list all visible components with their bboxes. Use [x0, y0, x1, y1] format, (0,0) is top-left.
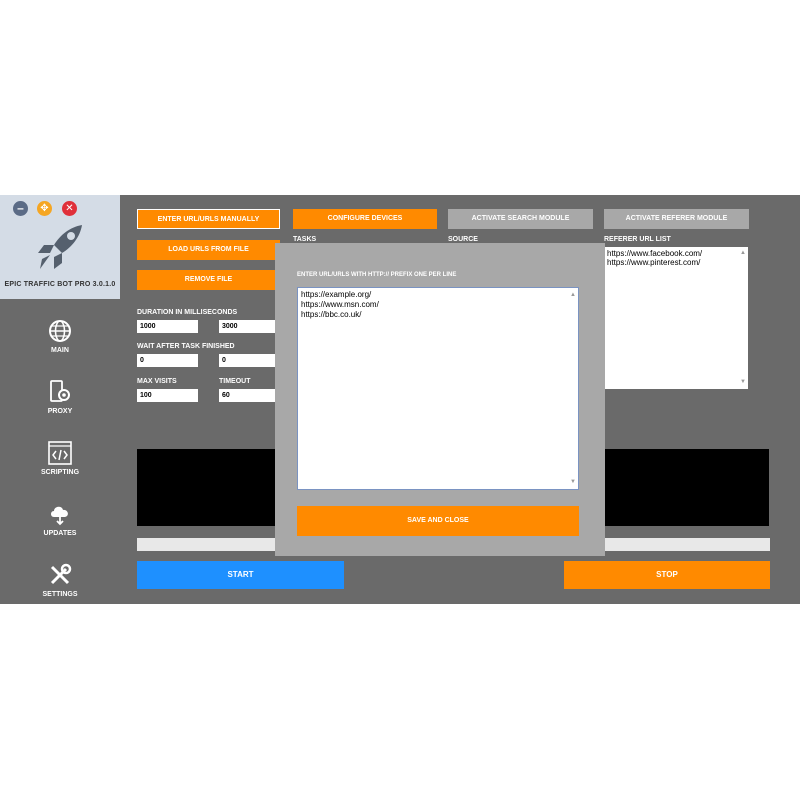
urls-textarea[interactable]: https://example.org/ https://www.msn.com…	[297, 287, 579, 490]
close-icon[interactable]: ✕	[62, 201, 77, 216]
wait-after-task-label: WAIT AFTER TASK FINISHED	[137, 343, 235, 350]
sidebar-item-main[interactable]: MAIN	[0, 319, 120, 354]
sidebar-item-label: UPDATES	[43, 530, 77, 537]
timeout-input[interactable]: 60	[219, 389, 277, 402]
url-line: https://bbc.co.uk/	[301, 310, 362, 319]
tools-icon	[50, 563, 72, 585]
scroll-down-icon[interactable]: ▼	[740, 378, 746, 387]
move-icon[interactable]: ✥	[37, 201, 52, 216]
activate-referer-module-button[interactable]: ACTIVATE REFERER MODULE	[604, 209, 749, 229]
scroll-up-icon[interactable]: ▲	[740, 249, 746, 258]
code-icon	[48, 441, 72, 465]
enter-urls-manually-button[interactable]: ENTER URL/URLS MANUALLY	[137, 209, 280, 229]
referer-list-label: REFERER URL LIST	[604, 236, 671, 243]
proxy-gear-icon	[50, 380, 70, 402]
max-visits-input[interactable]: 100	[137, 389, 198, 402]
sidebar-item-settings[interactable]: SETTINGS	[0, 563, 120, 598]
scroll-up-icon[interactable]: ▲	[570, 290, 576, 300]
url-line: https://example.org/	[301, 290, 372, 299]
scroll-down-icon[interactable]: ▼	[570, 477, 576, 487]
duration-label: DURATION IN MILLISECONDS	[137, 309, 238, 316]
save-and-close-button[interactable]: SAVE AND CLOSE	[297, 506, 579, 536]
url-line: https://www.msn.com/	[301, 300, 379, 309]
dialog-caption: ENTER URL/URLS WITH HTTP:// PREFIX ONE P…	[297, 272, 457, 278]
max-visits-label: MAX VISITS	[137, 378, 177, 385]
app-title: EPIC TRAFFIC BOT PRO 3.0.1.0	[4, 281, 116, 288]
sidebar-item-label: MAIN	[51, 347, 69, 354]
remove-file-button[interactable]: REMOVE FILE	[137, 270, 280, 290]
list-item: https://www.pinterest.com/	[607, 258, 701, 267]
duration-min-input[interactable]: 1000	[137, 320, 198, 333]
source-label: SOURCE	[448, 236, 478, 243]
start-button[interactable]: START	[137, 561, 344, 589]
sidebar-item-label: SETTINGS	[42, 591, 78, 598]
cloud-download-icon	[51, 506, 68, 526]
load-urls-from-file-button[interactable]: LOAD URLS FROM FILE	[137, 240, 280, 260]
sidebar-item-updates[interactable]: UPDATES	[0, 502, 120, 537]
wait-max-input[interactable]: 0	[219, 354, 277, 367]
configure-devices-button[interactable]: CONFIGURE DEVICES	[293, 209, 437, 229]
list-item: https://www.facebook.com/	[607, 249, 703, 258]
sidebar-item-scripting[interactable]: SCRIPTING	[0, 441, 120, 476]
wait-min-input[interactable]: 0	[137, 354, 198, 367]
sidebar-header: – ✥ ✕ EPIC TRAFFIC BOT PRO 3.0.1.0	[0, 195, 120, 299]
activate-search-module-button[interactable]: ACTIVATE SEARCH MODULE	[448, 209, 593, 229]
enter-urls-dialog: ENTER URL/URLS WITH HTTP:// PREFIX ONE P…	[275, 243, 605, 556]
stop-button[interactable]: STOP	[564, 561, 770, 589]
log-console-left	[137, 449, 277, 526]
timeout-label: TIMEOUT	[219, 378, 251, 385]
minimize-icon[interactable]: –	[13, 201, 28, 216]
sidebar-item-proxy[interactable]: PROXY	[0, 380, 120, 415]
sidebar-item-label: PROXY	[47, 408, 73, 415]
sidebar-item-label: SCRIPTING	[40, 469, 80, 476]
referer-url-list[interactable]: https://www.facebook.com/ https://www.pi…	[604, 247, 748, 389]
rocket-logo-icon	[38, 225, 82, 269]
duration-max-input[interactable]: 3000	[219, 320, 277, 333]
tasks-label: TASKS	[293, 236, 317, 243]
globe-icon	[49, 320, 71, 342]
log-console-right	[604, 449, 769, 526]
